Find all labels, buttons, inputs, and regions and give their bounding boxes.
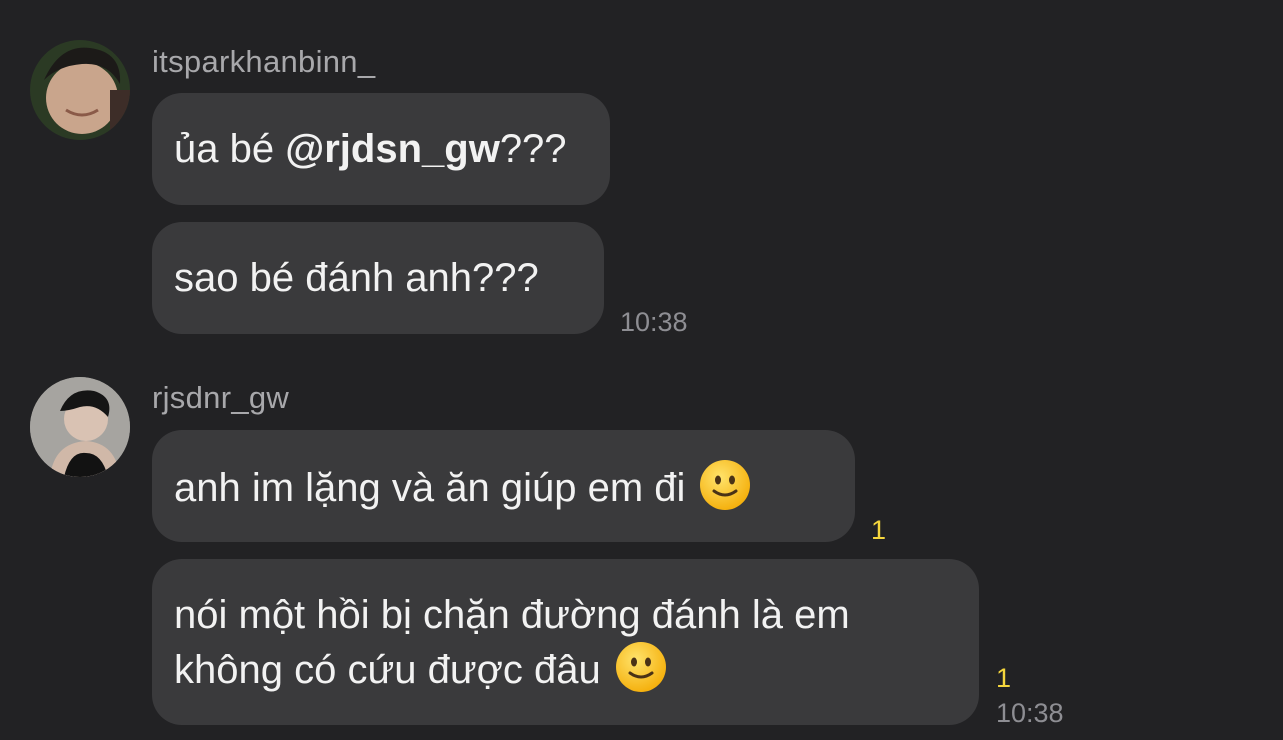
slightly-smiling-face-icon [700, 459, 751, 510]
message-bubble[interactable]: nói một hồi bị chặn đường đánh là em khô… [152, 559, 979, 725]
message-text: anh im lặng và ăn giúp em đi [174, 459, 751, 514]
message-text: ủa bé @rjdsn_gw??? [174, 127, 567, 171]
message-text-line: không có cứu được đâu [174, 641, 667, 696]
message-text: sao bé đánh anh??? [174, 256, 539, 300]
user-mention[interactable]: @rjdsn_gw [285, 127, 500, 171]
message-bubble[interactable]: ủa bé @rjdsn_gw??? [152, 93, 610, 205]
message-timestamp: 10:38 [620, 307, 688, 337]
avatar[interactable] [30, 377, 130, 477]
avatar[interactable] [30, 40, 130, 140]
slightly-smiling-face-icon [615, 641, 666, 692]
unread-count: 1 [996, 663, 1012, 693]
message-timestamp: 10:38 [996, 698, 1064, 728]
message-text-line: nói một hồi bị chặn đường đánh là em [174, 592, 850, 637]
sender-username[interactable]: rjsdnr_gw [152, 380, 289, 416]
message-bubble[interactable]: sao bé đánh anh??? [152, 222, 604, 334]
sender-username[interactable]: itsparkhanbinn_ [152, 44, 375, 80]
unread-count: 1 [871, 515, 887, 545]
message-bubble[interactable]: anh im lặng và ăn giúp em đi [152, 430, 855, 542]
